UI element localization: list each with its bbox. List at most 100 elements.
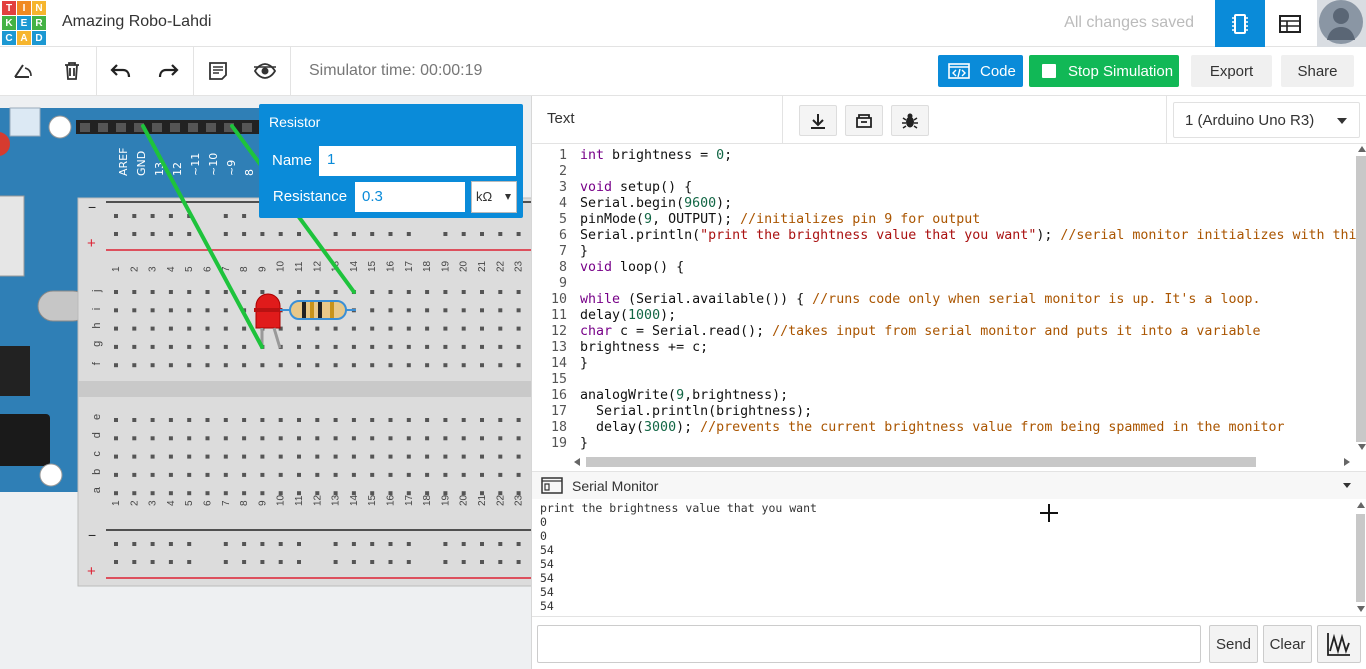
terminal-hole xyxy=(480,472,484,477)
terminal-hole xyxy=(498,326,503,331)
terminal-hole xyxy=(333,436,338,441)
terminal-hole xyxy=(297,344,301,349)
code-line[interactable]: } xyxy=(580,244,588,260)
rail-hole xyxy=(461,542,466,546)
serial-monitor-icon xyxy=(541,477,563,494)
name-field[interactable]: 1 xyxy=(327,151,335,168)
download-code-button[interactable] xyxy=(799,105,837,136)
notes-icon xyxy=(209,62,227,80)
debugger-button[interactable] xyxy=(891,105,929,136)
terminal-hole xyxy=(370,436,375,441)
dropdown-arrow-icon xyxy=(505,194,511,200)
column-number: 23 xyxy=(514,260,525,272)
code-line[interactable]: analogWrite(9,brightness); xyxy=(580,388,788,404)
serial-monitor-scrollbar[interactable] xyxy=(1355,500,1366,616)
rail-hole xyxy=(150,232,155,236)
terminal-hole xyxy=(315,418,320,422)
rail-hole xyxy=(187,232,192,236)
rail-hole xyxy=(443,232,448,236)
unit-select[interactable]: kΩ xyxy=(471,181,517,213)
code-line[interactable]: } xyxy=(580,436,588,452)
terminal-hole xyxy=(443,454,448,459)
code-vertical-scrollbar[interactable] xyxy=(1356,146,1366,452)
resistance-field[interactable]: 0.3 xyxy=(362,188,383,205)
libraries-button[interactable] xyxy=(845,105,883,136)
terminal-hole xyxy=(114,418,118,422)
terminal-hole xyxy=(461,491,466,496)
column-number: 2 xyxy=(129,500,140,506)
code-line[interactable]: Serial.println(brightness); xyxy=(580,404,812,420)
delete-button[interactable] xyxy=(59,59,85,83)
code-line[interactable]: int brightness = 0; xyxy=(580,148,732,164)
rotate-button[interactable] xyxy=(11,59,37,83)
circuit-view-button[interactable] xyxy=(1215,0,1265,47)
serial-input[interactable] xyxy=(537,625,1201,663)
code-line[interactable]: Serial.println("print the brightness val… xyxy=(580,228,1356,244)
terminal-hole xyxy=(223,363,228,368)
terminal-hole xyxy=(425,436,430,441)
column-number: 17 xyxy=(404,260,415,272)
code-button[interactable]: Code xyxy=(938,55,1023,87)
terminal-hole xyxy=(315,290,320,294)
code-line[interactable]: brightness += c; xyxy=(580,340,708,356)
code-horizontal-scrollbar[interactable] xyxy=(574,456,1356,468)
logo-letter: C xyxy=(2,31,16,45)
code-line[interactable]: void loop() { xyxy=(580,260,684,276)
circuit-canvas[interactable]: AREF GND 13 12 ~11 ~10 ~9 8− + − +1 2 3 4 5 6 7 8 9 10 11 12 1… xyxy=(0,96,531,669)
editor-mode[interactable]: Text xyxy=(547,110,575,127)
column-number: 1 xyxy=(111,266,122,272)
terminal-hole xyxy=(388,491,393,496)
terminal-hole xyxy=(425,290,430,294)
redo-button[interactable] xyxy=(155,59,181,83)
code-editor[interactable]: 1 int brightness = 0; 2 3 void setup() {4 Ser… xyxy=(532,146,1356,456)
code-line[interactable]: while (Serial.available()) { //runs code… xyxy=(580,292,1260,308)
code-line[interactable]: delay(1000); xyxy=(580,308,676,324)
clear-button[interactable]: Clear xyxy=(1263,625,1312,663)
terminal-hole xyxy=(150,326,155,331)
rail-hole xyxy=(260,560,265,564)
device-select[interactable]: 1 (Arduino Uno R3) xyxy=(1173,102,1360,138)
component-list-button[interactable] xyxy=(1265,0,1315,47)
user-avatar[interactable] xyxy=(1317,0,1366,47)
terminal-hole xyxy=(187,454,192,459)
tinkercad-logo[interactable]: TIN KER CAD xyxy=(2,1,46,45)
serial-monitor-header[interactable]: Serial Monitor xyxy=(532,471,1366,499)
save-status: All changes saved xyxy=(1064,14,1194,31)
terminal-hole xyxy=(242,472,247,477)
project-title[interactable]: Amazing Robo-Lahdi xyxy=(62,13,211,31)
eye-icon xyxy=(253,63,277,79)
terminal-hole xyxy=(150,308,155,313)
column-number: 19 xyxy=(440,260,451,272)
stop-simulation-button[interactable]: Stop Simulation xyxy=(1029,55,1179,87)
code-line[interactable]: pinMode(9, OUTPUT); //initializes pin 9 … xyxy=(580,212,980,228)
export-button[interactable]: Export xyxy=(1191,55,1272,87)
code-line[interactable]: delay(3000); //prevents the current brig… xyxy=(580,420,1285,436)
terminal-hole xyxy=(461,344,466,349)
column-number: 3 xyxy=(148,266,159,272)
terminal-hole xyxy=(205,308,210,313)
send-button[interactable]: Send xyxy=(1209,625,1258,663)
terminal-hole xyxy=(114,472,118,477)
visibility-button[interactable] xyxy=(252,59,278,83)
terminal-hole xyxy=(516,326,521,331)
undo-button[interactable] xyxy=(108,59,134,83)
code-line[interactable]: Serial.begin(9600); xyxy=(580,196,732,212)
collapse-serial-monitor-icon[interactable] xyxy=(1343,483,1351,488)
rail-hole xyxy=(297,232,301,236)
code-line[interactable]: void setup() { xyxy=(580,180,692,196)
rail-hole xyxy=(461,560,466,564)
terminal-hole xyxy=(461,454,466,459)
power-jack xyxy=(0,414,50,466)
terminal-hole xyxy=(187,344,192,349)
code-line[interactable]: } xyxy=(580,356,588,372)
notes-button[interactable] xyxy=(205,59,231,83)
terminal-hole xyxy=(443,436,448,441)
code-line[interactable]: char c = Serial.read(); //takes input fr… xyxy=(580,324,1260,340)
header-pin xyxy=(98,123,108,132)
rail-hole xyxy=(114,560,118,564)
graph-toggle-button[interactable] xyxy=(1317,625,1361,663)
terminal-hole xyxy=(223,418,228,422)
terminal-hole xyxy=(480,290,484,294)
share-button[interactable]: Share xyxy=(1281,55,1354,87)
terminal-hole xyxy=(516,290,521,294)
